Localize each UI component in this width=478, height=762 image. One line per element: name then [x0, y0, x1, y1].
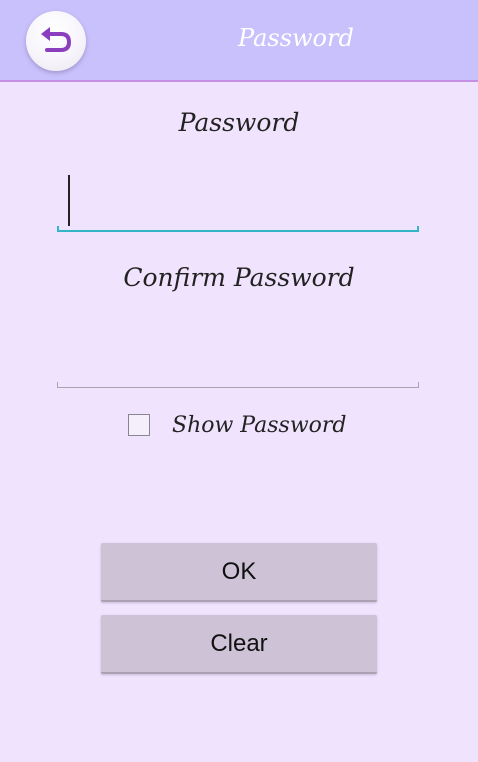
- confirm-password-label: Confirm Password: [123, 263, 355, 292]
- password-label: Password: [178, 108, 300, 137]
- show-password-row[interactable]: Show Password: [128, 410, 347, 440]
- password-input[interactable]: [57, 174, 419, 232]
- show-password-checkbox[interactable]: [128, 414, 150, 436]
- top-bar: Password: [0, 0, 478, 82]
- clear-button[interactable]: Clear: [101, 615, 377, 674]
- page-title: Password: [238, 24, 354, 52]
- confirm-password-input[interactable]: [57, 330, 419, 388]
- text-cursor: [68, 175, 70, 226]
- ok-button[interactable]: OK: [101, 543, 377, 602]
- show-password-label: Show Password: [172, 412, 347, 438]
- back-button[interactable]: [26, 11, 86, 71]
- undo-arrow-icon: [41, 27, 72, 52]
